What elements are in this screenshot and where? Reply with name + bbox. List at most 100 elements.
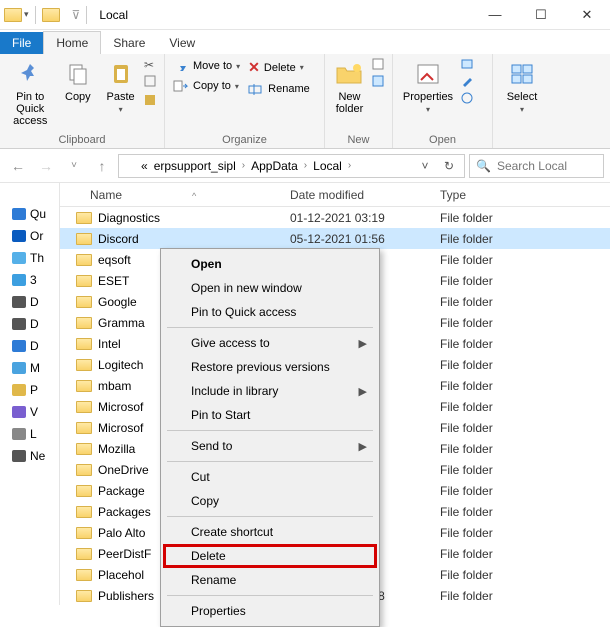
nav-item[interactable]: Qu [0,203,59,225]
group-label: Clipboard [6,132,158,146]
tab-view[interactable]: View [157,32,207,54]
address-dropdown-icon[interactable]: ˅ [414,159,436,173]
file-name: Intel [98,337,121,351]
chevron-down-icon: ▾ [520,106,524,115]
tab-share[interactable]: Share [101,32,157,54]
nav-item[interactable]: D [0,291,59,313]
file-name: PeerDistF [98,547,151,561]
file-type: File folder [440,442,610,456]
ctx-include-library[interactable]: Include in library▶ [163,379,377,403]
ctx-delete[interactable]: Delete [163,544,377,568]
ribbon-tabs: File Home Share View [0,30,610,54]
ctx-create-shortcut[interactable]: Create shortcut [163,520,377,544]
nav-item-icon [12,450,26,462]
ctx-send-to[interactable]: Send to▶ [163,434,377,458]
maximize-button[interactable]: ☐ [518,0,564,30]
file-type: File folder [440,379,610,393]
nav-item[interactable]: M [0,357,59,379]
nav-item[interactable]: V [0,401,59,423]
navigation-pane[interactable]: QuOrTh3DDDMPVLNe [0,183,60,605]
easy-access-icon[interactable] [372,75,386,90]
nav-item[interactable]: Th [0,247,59,269]
folder-icon [76,506,92,518]
qat-overflow-icon[interactable]: ⊽ [72,8,81,22]
ctx-properties[interactable]: Properties [163,599,377,623]
tab-home[interactable]: Home [43,31,101,54]
chevron-right-icon[interactable]: › [240,160,247,171]
copy-button[interactable]: Copy [58,58,97,103]
ctx-rename[interactable]: Rename [163,568,377,592]
file-type: File folder [440,484,610,498]
breadcrumb-segment[interactable]: erpsupport_sipl [152,159,238,173]
chevron-right-icon[interactable]: › [302,160,309,171]
nav-item[interactable]: Or [0,225,59,247]
recent-dropdown-icon[interactable]: ˅ [62,154,86,178]
nav-item[interactable]: 3 [0,269,59,291]
ctx-copy[interactable]: Copy [163,489,377,513]
breadcrumb-segment[interactable]: Local [311,159,344,173]
chevron-right-icon[interactable]: › [346,160,353,171]
select-button[interactable]: Select ▾ [499,58,545,115]
column-header-date[interactable]: Date modified [290,188,440,202]
ctx-cut[interactable]: Cut [163,465,377,489]
copy-to-button[interactable]: Copy to▾ [171,78,242,94]
ribbon-group-new: New folder New [325,54,393,148]
cut-icon[interactable]: ✂ [144,58,158,72]
paste-button[interactable]: Paste ▾ [101,58,140,115]
nav-item[interactable]: L [0,423,59,445]
tab-file[interactable]: File [0,32,43,54]
nav-item[interactable]: D [0,335,59,357]
ctx-open-new-window[interactable]: Open in new window [163,276,377,300]
new-folder-button[interactable]: New folder [331,58,368,115]
file-type: File folder [440,295,610,309]
nav-item[interactable]: D [0,313,59,335]
nav-item-label: Ne [30,449,45,463]
folder-icon [76,233,92,245]
minimize-button[interactable]: ― [472,0,518,30]
open-icon[interactable] [461,58,475,73]
nav-item[interactable]: Ne [0,445,59,467]
nav-item-label: L [30,427,37,441]
forward-button[interactable]: → [34,154,58,178]
ctx-restore-previous[interactable]: Restore previous versions [163,355,377,379]
file-row[interactable]: Discord05-12-2021 01:56File folder [60,228,610,249]
copy-path-icon[interactable] [144,74,158,91]
folder-icon [42,8,60,22]
folder-icon [76,212,92,224]
nav-item-icon [12,274,26,286]
file-row[interactable]: Diagnostics01-12-2021 03:19File folder [60,207,610,228]
back-button[interactable]: ← [6,154,30,178]
nav-item[interactable]: P [0,379,59,401]
ctx-pin-quick-access[interactable]: Pin to Quick access [163,300,377,324]
edit-icon[interactable] [461,75,475,90]
ctx-open[interactable]: Open [163,252,377,276]
search-box[interactable]: 🔍 Search Local [469,154,604,178]
file-type: File folder [440,253,610,267]
breadcrumb-segment[interactable]: AppData [249,159,300,173]
properties-button[interactable]: Properties ▾ [399,58,457,115]
ctx-give-access[interactable]: Give access to▶ [163,331,377,355]
paste-icon [106,60,136,88]
qat-dropdown-icon[interactable]: ▾ [24,9,29,20]
title-bar: ▾ ⊽ Local ― ☐ ✕ [0,0,610,30]
refresh-icon[interactable]: ↻ [438,159,460,173]
up-button[interactable]: ↑ [90,154,114,178]
close-button[interactable]: ✕ [564,0,610,30]
column-header-name[interactable]: Name^ [60,188,290,202]
file-type: File folder [440,274,610,288]
address-bar[interactable]: « erpsupport_sipl › AppData › Local › ˅ … [118,154,465,178]
move-to-button[interactable]: Move to▾ [171,58,242,74]
column-header-type[interactable]: Type [440,188,610,202]
folder-icon[interactable] [4,8,22,22]
new-item-icon[interactable] [372,58,386,73]
rename-button[interactable]: Rename [246,81,312,97]
nav-item-icon [12,230,26,242]
paste-shortcut-icon[interactable] [144,93,158,110]
history-icon[interactable] [461,92,475,107]
column-headers[interactable]: Name^ Date modified Type [60,183,610,207]
ctx-pin-start[interactable]: Pin to Start [163,403,377,427]
delete-button[interactable]: ✕ Delete▾ [246,58,312,77]
breadcrumb-segment[interactable]: « [139,159,150,173]
pin-quick-access-button[interactable]: Pin to Quick access [6,58,54,127]
ribbon-group-select: Select ▾ [493,54,551,148]
